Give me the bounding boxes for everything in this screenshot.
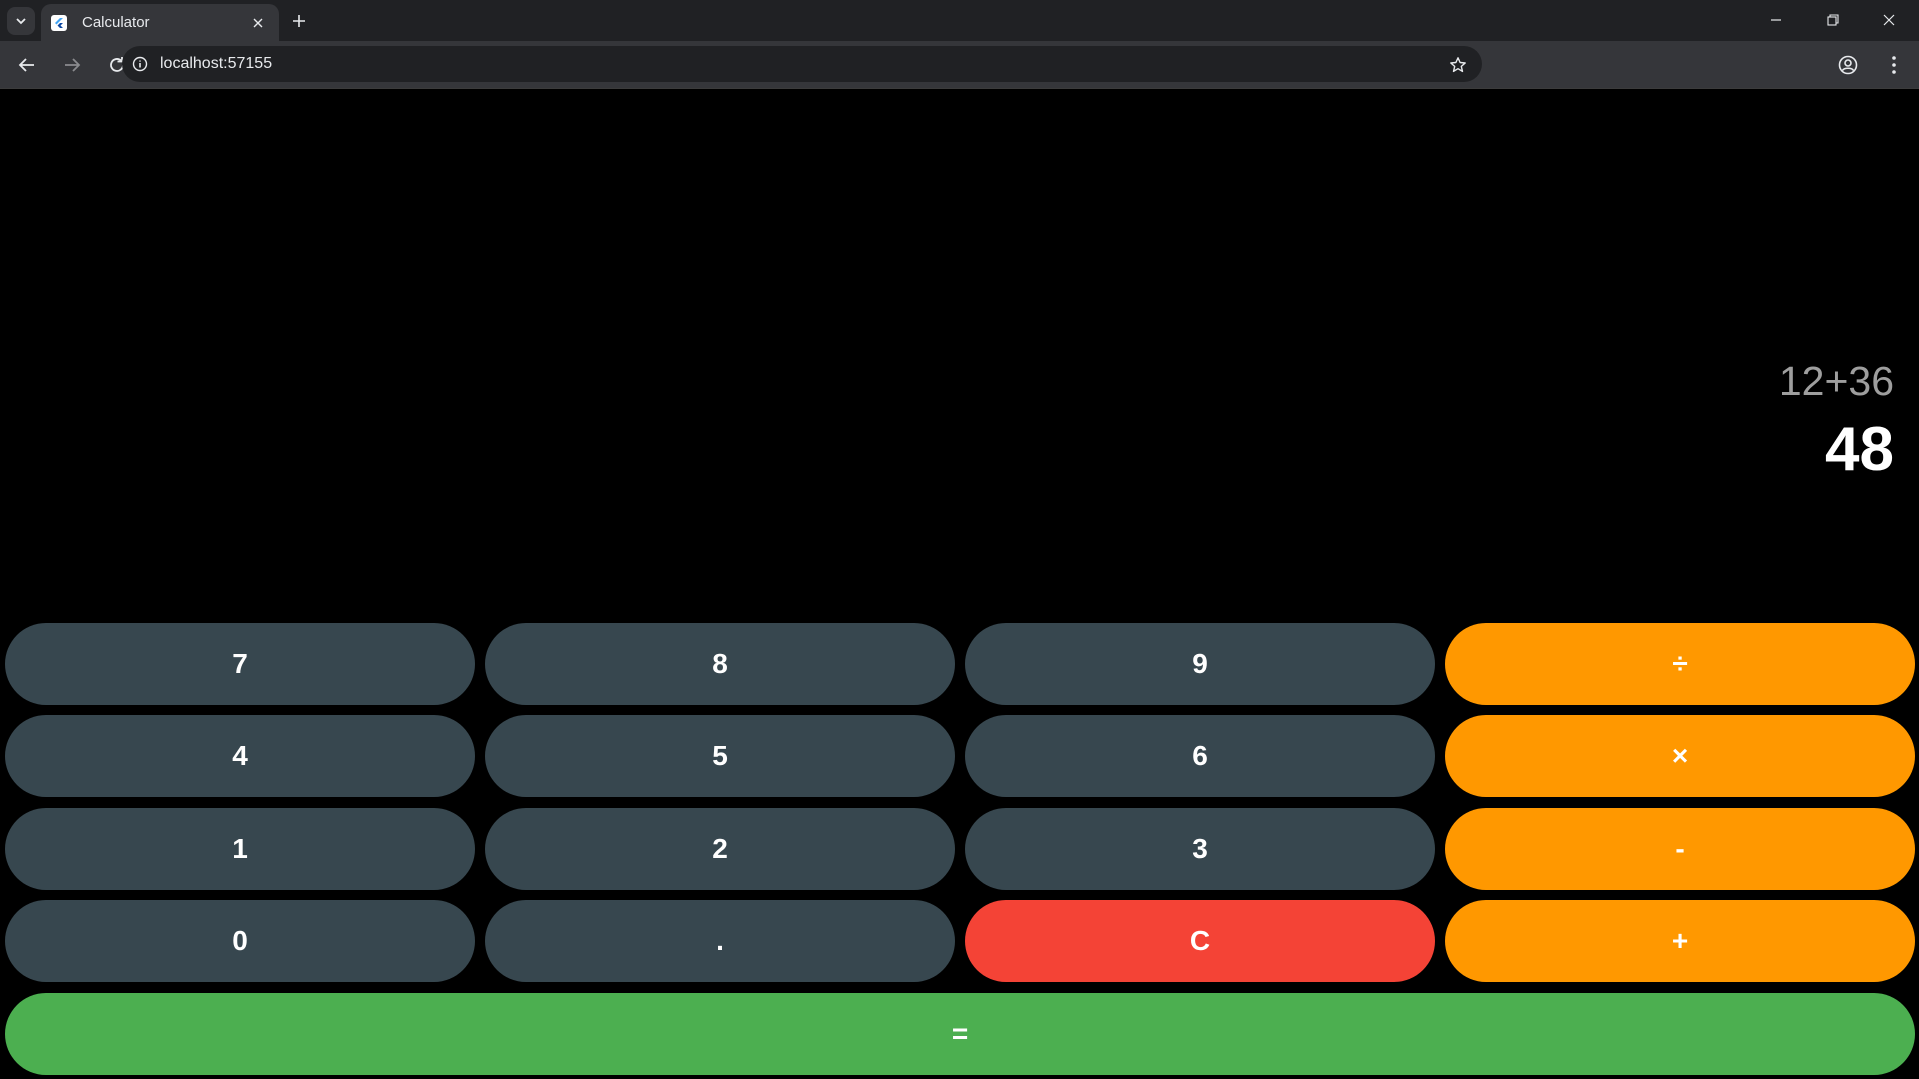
key-decimal[interactable]: . (485, 900, 955, 982)
calculator-app: 12+36 48 7 8 9 ÷ 4 5 6 × 1 2 3 - 0 . C +… (0, 89, 1919, 1079)
close-window-button[interactable] (1866, 5, 1912, 35)
tab-strip: Calculator (0, 0, 1919, 41)
profile-button[interactable] (1835, 52, 1861, 78)
expression-display: 12+36 (1778, 358, 1894, 404)
key-7[interactable]: 7 (5, 623, 475, 705)
key-8[interactable]: 8 (485, 623, 955, 705)
tab-search-button[interactable] (7, 7, 35, 35)
plus-icon (293, 15, 305, 27)
key-9[interactable]: 9 (965, 623, 1435, 705)
new-tab-button[interactable] (286, 8, 312, 34)
chevron-down-icon (16, 18, 26, 25)
key-6[interactable]: 6 (965, 715, 1435, 797)
menu-button[interactable] (1881, 52, 1907, 78)
browser-toolbar: localhost:57155 (0, 41, 1919, 88)
key-equals[interactable]: = (5, 993, 1915, 1075)
key-subtract[interactable]: - (1445, 808, 1915, 890)
key-multiply[interactable]: × (1445, 715, 1915, 797)
key-divide[interactable]: ÷ (1445, 623, 1915, 705)
key-3[interactable]: 3 (965, 808, 1435, 890)
result-display: 48 (1825, 415, 1894, 484)
flutter-favicon-icon (51, 14, 67, 31)
key-clear[interactable]: C (965, 900, 1435, 982)
url-text: localhost:57155 (160, 55, 273, 72)
key-5[interactable]: 5 (485, 715, 955, 797)
tab-close-button[interactable] (249, 14, 267, 32)
tab-calculator[interactable]: Calculator (41, 4, 279, 41)
close-icon (253, 18, 263, 27)
restore-button[interactable] (1810, 5, 1856, 35)
tab-title: Calculator (82, 14, 150, 31)
minimize-icon (1771, 19, 1781, 21)
key-add[interactable]: + (1445, 900, 1915, 982)
bookmark-star-icon[interactable] (1448, 55, 1468, 75)
forward-button[interactable] (59, 52, 85, 78)
key-2[interactable]: 2 (485, 808, 955, 890)
profile-icon (1838, 55, 1858, 75)
address-bar[interactable]: localhost:57155 (122, 46, 1482, 82)
arrow-left-icon (18, 58, 34, 72)
minimize-button[interactable] (1753, 5, 1799, 35)
key-4[interactable]: 4 (5, 715, 475, 797)
kebab-menu-icon (1892, 56, 1896, 74)
close-window-icon (1883, 14, 1895, 26)
site-info-icon[interactable] (132, 56, 148, 72)
key-0[interactable]: 0 (5, 900, 475, 982)
key-1[interactable]: 1 (5, 808, 475, 890)
back-button[interactable] (14, 52, 40, 78)
restore-icon (1827, 14, 1839, 26)
arrow-right-icon (65, 58, 81, 72)
